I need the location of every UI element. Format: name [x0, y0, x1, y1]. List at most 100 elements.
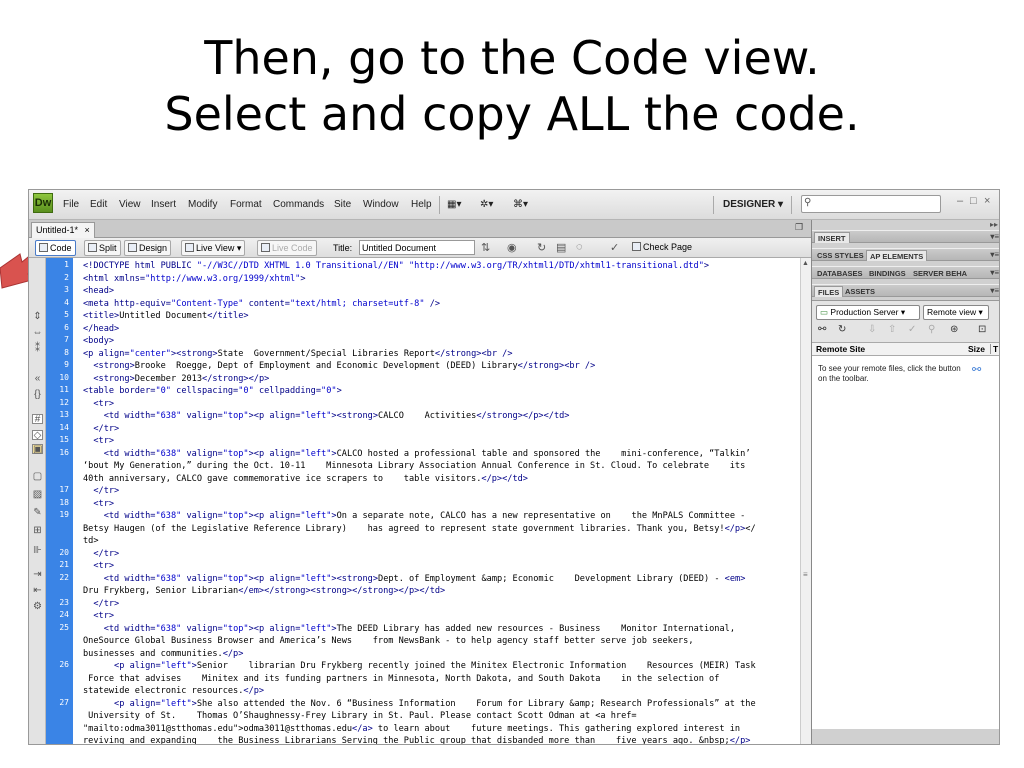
recent-snippets-icon[interactable]: ⊞: [32, 526, 43, 536]
move-css-icon[interactable]: ⊪: [32, 546, 43, 556]
visual-aids-icon[interactable]: ◌: [576, 241, 583, 253]
code-line[interactable]: Force that advises Minitex and its fundi…: [83, 673, 719, 686]
outdent-code-icon[interactable]: ⇤: [32, 586, 43, 596]
menu-edit[interactable]: Edit: [90, 199, 107, 210]
connect-icon[interactable]: ⚯: [972, 363, 981, 376]
line-numbers-icon[interactable]: #: [32, 414, 43, 425]
close-button[interactable]: ×: [984, 195, 990, 207]
site-select[interactable]: ▭ Production Server ▾: [816, 305, 920, 320]
code-line[interactable]: reviving and expanding the Business Libr…: [83, 735, 750, 744]
code-line[interactable]: Dru Frykberg, Senior Librarian</em></str…: [83, 585, 445, 598]
check-page-button[interactable]: Check Page: [629, 240, 695, 256]
tab-server-behaviors[interactable]: SERVER BEHA: [910, 268, 970, 279]
refresh-icon[interactable]: ↻: [838, 324, 846, 335]
expand-panel-icon[interactable]: ⊡: [978, 324, 986, 335]
menu-view[interactable]: View: [119, 199, 141, 210]
remote-site-column[interactable]: Remote Site: [816, 344, 865, 354]
code-line[interactable]: "mailto:odma3011@stthomas.edu">odma3011@…: [83, 723, 740, 736]
live-code-button[interactable]: Live Code: [257, 240, 317, 256]
help-search-input[interactable]: ⚲: [801, 195, 941, 213]
select-parent-tag-icon[interactable]: «: [32, 374, 43, 384]
scroll-grip-icon[interactable]: ≡: [803, 570, 808, 579]
format-source-icon[interactable]: ⚙: [32, 602, 43, 612]
panel-menu-icon[interactable]: ▾≡: [990, 250, 999, 259]
minimize-button[interactable]: –: [957, 195, 963, 207]
code-line[interactable]: <td width="638" valign="top"><p align="l…: [83, 623, 735, 636]
menu-commands[interactable]: Commands: [273, 199, 324, 210]
balance-braces-icon[interactable]: {}: [32, 390, 43, 400]
code-line[interactable]: <meta http-equiv="Content-Type" content=…: [83, 298, 440, 311]
code-line[interactable]: td>: [83, 535, 99, 548]
code-line[interactable]: <td width="638" valign="top"><p align="l…: [83, 448, 751, 461]
code-line[interactable]: <!DOCTYPE html PUBLIC "-//W3C//DTD XHTML…: [83, 260, 709, 273]
apply-comment-icon[interactable]: ▢: [32, 472, 43, 482]
expand-all-icon[interactable]: ⁑: [32, 344, 43, 354]
code-line[interactable]: <td width="638" valign="top"><p align="l…: [83, 573, 746, 586]
restore-icon[interactable]: ❐: [795, 222, 803, 233]
indent-code-icon[interactable]: ⇥: [32, 570, 43, 580]
wrap-tag-icon[interactable]: ✎: [32, 508, 43, 518]
tab-databases[interactable]: DATABASES: [814, 268, 866, 279]
menu-site[interactable]: Site: [334, 199, 351, 210]
code-line[interactable]: University of St. Thomas O’Shaughnessy-F…: [83, 710, 636, 723]
code-line[interactable]: <p align="left">Senior librarian Dru Fry…: [83, 660, 756, 673]
code-line[interactable]: <title>Untitled Document</title>: [83, 310, 249, 323]
menu-format[interactable]: Format: [230, 199, 262, 210]
code-line[interactable]: <head>: [83, 285, 114, 298]
menu-window[interactable]: Window: [363, 199, 399, 210]
code-line[interactable]: <tr>: [83, 498, 114, 511]
code-line[interactable]: Betsy Haugen (of the Legislative Referen…: [83, 523, 756, 536]
extend-menu-icon[interactable]: ✲▾: [480, 199, 493, 210]
scroll-up-icon[interactable]: ▲: [802, 260, 809, 267]
code-line[interactable]: <strong>December 2013</strong></p>: [83, 373, 269, 386]
code-line[interactable]: businesses and communities.</p>: [83, 648, 243, 661]
tab-untitled-1[interactable]: Untitled-1* ×: [31, 222, 95, 238]
collapse-tag-icon[interactable]: ⇕: [32, 312, 43, 322]
code-line[interactable]: <tr>: [83, 610, 114, 623]
tab-ap-elements[interactable]: AP ELEMENTS: [866, 250, 928, 261]
panel-menu-icon[interactable]: ▾≡: [990, 232, 999, 241]
design-view-button[interactable]: Design: [124, 240, 172, 256]
collapse-panels-icon[interactable]: ▸▸: [990, 220, 998, 229]
code-line[interactable]: 40th anniversary, CALCO gave commemorati…: [83, 473, 528, 486]
panel-menu-icon[interactable]: ▾≡: [990, 286, 999, 295]
insert-panel-header[interactable]: INSERT ▾≡: [812, 230, 999, 243]
syntax-coloring-icon[interactable]: ▣: [32, 444, 43, 455]
menu-help[interactable]: Help: [411, 199, 432, 210]
code-line[interactable]: statewide electronic resources.</p>: [83, 685, 264, 698]
tab-insert[interactable]: INSERT: [814, 232, 850, 243]
code-line[interactable]: </tr>: [83, 485, 119, 498]
code-line[interactable]: <strong>Brooke Roegge, Dept of Employmen…: [83, 360, 595, 373]
highlight-invalid-icon[interactable]: ◇: [32, 430, 43, 441]
split-view-button[interactable]: Split: [84, 240, 121, 256]
validate-markup-icon[interactable]: ✓: [610, 241, 619, 254]
document-title-field[interactable]: [359, 240, 475, 255]
code-line[interactable]: </tr>: [83, 548, 119, 561]
layout-menu-icon[interactable]: ▦▾: [447, 199, 461, 210]
code-line[interactable]: ‘bout My Generation,” during the Oct. 10…: [83, 460, 745, 473]
close-icon[interactable]: ×: [85, 225, 90, 235]
type-column[interactable]: T: [990, 344, 998, 354]
code-line[interactable]: </tr>: [83, 598, 119, 611]
view-options-icon[interactable]: ▤: [556, 241, 566, 254]
size-column[interactable]: Size: [968, 344, 985, 354]
check-in-icon[interactable]: ⚲: [928, 324, 935, 335]
workspace-switcher[interactable]: DESIGNER ▾: [723, 199, 783, 210]
collapse-selection-icon[interactable]: ⇔: [32, 328, 43, 338]
tab-css-styles[interactable]: CSS STYLES: [814, 250, 867, 261]
connect-icon[interactable]: ⚯: [818, 324, 826, 335]
code-line[interactable]: </tr>: [83, 423, 119, 436]
menu-file[interactable]: File: [63, 199, 79, 210]
check-out-icon[interactable]: ✓: [908, 324, 916, 335]
code-view-button[interactable]: Code: [35, 240, 76, 256]
file-management-icon[interactable]: ⇅: [481, 241, 490, 254]
put-files-icon[interactable]: ⇧: [888, 324, 896, 335]
code-editor[interactable]: <!DOCTYPE html PUBLIC "-//W3C//DTD XHTML…: [73, 258, 800, 744]
code-line[interactable]: </head>: [83, 323, 119, 336]
menu-modify[interactable]: Modify: [188, 199, 217, 210]
code-line[interactable]: <td width="638" valign="top"><p align="l…: [83, 410, 570, 423]
maximize-button[interactable]: □: [970, 195, 977, 207]
preview-browser-icon[interactable]: ◉: [507, 241, 517, 254]
code-line[interactable]: <tr>: [83, 435, 114, 448]
tab-assets[interactable]: ASSETS: [842, 286, 878, 297]
